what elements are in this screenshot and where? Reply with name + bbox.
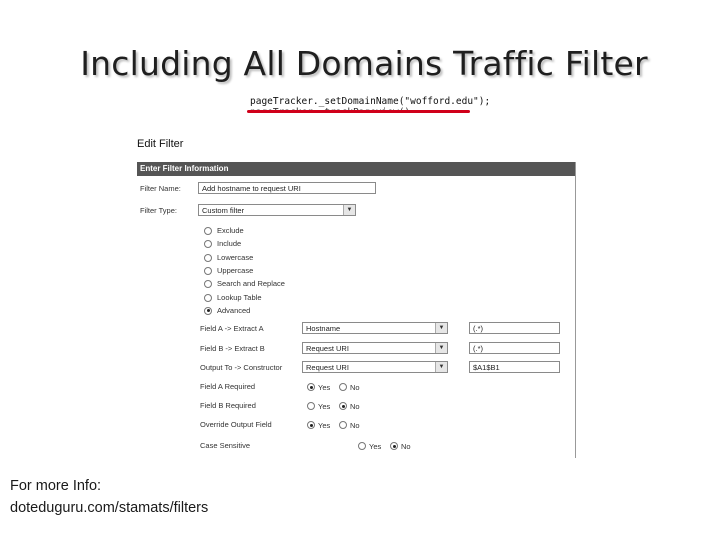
output-select-value: Request URI bbox=[306, 363, 349, 372]
field-b-input[interactable]: (.*) bbox=[469, 342, 560, 354]
panel-heading: Edit Filter bbox=[137, 138, 184, 150]
field-a-select-value: Hostname bbox=[306, 324, 341, 333]
field-a-required-no-label: No bbox=[350, 383, 360, 392]
filter-type-option-label: Exclude bbox=[217, 226, 244, 235]
chevron-down-icon: ▼ bbox=[435, 362, 447, 372]
chevron-down-icon: ▼ bbox=[343, 205, 355, 215]
field-b-required-yes-radio[interactable] bbox=[307, 402, 315, 410]
filter-type-select[interactable]: Custom filter ▼ bbox=[198, 204, 356, 216]
edit-filter-panel: Edit Filter Enter Filter Information Fil… bbox=[130, 126, 579, 458]
case-sensitive-no-label: No bbox=[401, 442, 411, 451]
case-sensitive-yes-radio[interactable] bbox=[358, 442, 366, 450]
case-sensitive-no-radio[interactable] bbox=[390, 442, 398, 450]
override-output-label: Override Output Field bbox=[200, 420, 272, 429]
field-b-required-yes-label: Yes bbox=[318, 402, 331, 411]
filter-type-option-label: Uppercase bbox=[217, 265, 254, 275]
output-select[interactable]: Request URI ▼ bbox=[302, 361, 448, 373]
output-input[interactable]: $A1$B1 bbox=[469, 361, 560, 373]
override-output-yes-radio[interactable] bbox=[307, 421, 315, 429]
field-a-required-yes-radio[interactable] bbox=[307, 383, 315, 391]
override-output-no-label: No bbox=[350, 421, 360, 430]
filter-type-radio[interactable] bbox=[204, 266, 212, 275]
field-b-select-value: Request URI bbox=[306, 344, 349, 353]
filter-type-option-label: Search and Replace bbox=[217, 279, 285, 289]
footer-info-label: For more Info: bbox=[10, 478, 102, 494]
filter-type-label: Filter Type: bbox=[140, 206, 177, 215]
field-b-select[interactable]: Request URI ▼ bbox=[302, 342, 448, 354]
field-a-select[interactable]: Hostname ▼ bbox=[302, 322, 448, 334]
filter-name-label: Filter Name: bbox=[140, 184, 181, 193]
filter-type-value: Custom filter bbox=[202, 206, 245, 215]
field-a-required-no-radio[interactable] bbox=[339, 383, 347, 391]
override-output-no-radio[interactable] bbox=[339, 421, 347, 429]
filter-type-radio[interactable] bbox=[204, 253, 212, 262]
panel-border bbox=[575, 162, 576, 458]
filter-type-radio[interactable] bbox=[204, 293, 212, 302]
field-a-required-label: Field A Required bbox=[200, 382, 256, 391]
filter-type-radio[interactable] bbox=[204, 240, 212, 249]
field-a-required-yes-label: Yes bbox=[318, 383, 331, 392]
filter-type-radio[interactable] bbox=[204, 306, 212, 315]
chevron-down-icon: ▼ bbox=[435, 323, 447, 333]
field-a-label: Field A -> Extract A bbox=[200, 324, 264, 333]
case-sensitive-label: Case Sensitive bbox=[200, 441, 251, 450]
code-underline bbox=[247, 110, 470, 113]
section-header: Enter Filter Information bbox=[137, 162, 576, 176]
filter-name-input[interactable]: Add hostname to request URI bbox=[198, 182, 376, 194]
field-a-input[interactable]: (.*) bbox=[469, 322, 560, 334]
footer-link[interactable]: doteduguru.com/stamats/filters bbox=[10, 500, 208, 516]
field-b-required-no-radio[interactable] bbox=[339, 402, 347, 410]
code-line-1: pageTracker._setDomainName("wofford.edu"… bbox=[250, 96, 491, 107]
filter-type-option-label: Advanced bbox=[217, 305, 251, 315]
override-output-yes-label: Yes bbox=[318, 421, 331, 430]
filter-type-radio[interactable] bbox=[204, 227, 212, 235]
filter-type-radio[interactable] bbox=[204, 280, 212, 289]
field-b-required-no-label: No bbox=[350, 402, 360, 411]
output-label: Output To -> Constructor bbox=[200, 363, 283, 372]
slide-title: Including All Domains Traffic Filter bbox=[80, 44, 648, 83]
field-b-label: Field B -> Extract B bbox=[200, 344, 265, 353]
filter-type-option-label: Lookup Table bbox=[217, 292, 262, 302]
filter-type-option-label: Include bbox=[217, 239, 242, 249]
filter-type-option-label: Lowercase bbox=[217, 252, 254, 262]
field-b-required-label: Field B Required bbox=[200, 401, 256, 410]
case-sensitive-yes-label: Yes bbox=[369, 442, 382, 451]
chevron-down-icon: ▼ bbox=[435, 343, 447, 353]
